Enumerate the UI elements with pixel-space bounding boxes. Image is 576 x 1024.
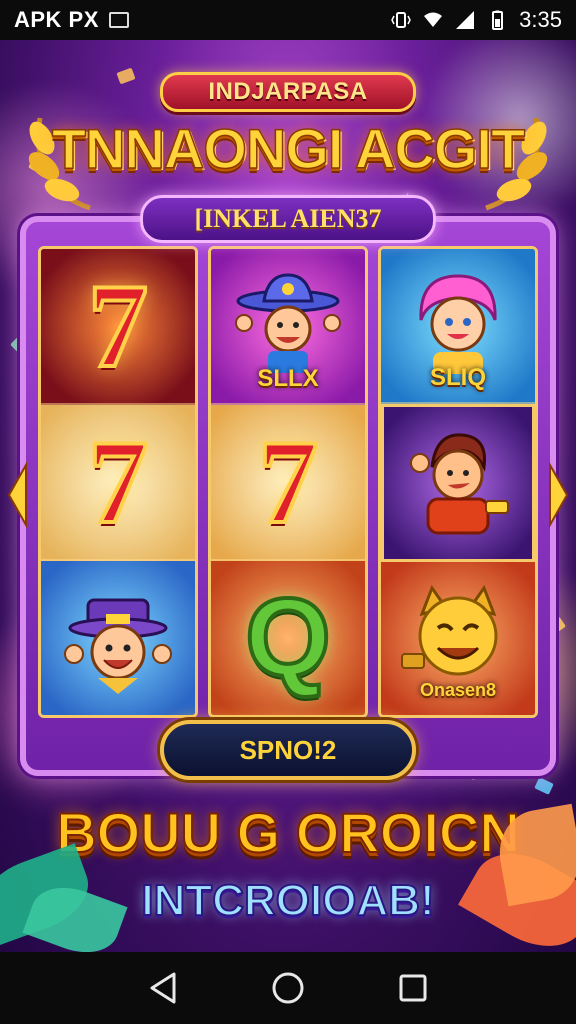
reel-cell: Onasen8 (381, 562, 535, 715)
game-screen: ✦ ✦ ✦ ✦ INDJARPASA TNNAONGI ACGIT [INKEL… (0, 40, 576, 952)
wifi-icon (424, 12, 443, 27)
seven-icon: 7 (86, 415, 150, 548)
home-button[interactable] (268, 968, 308, 1008)
reel-3: SLIQ Onasen8 (378, 246, 538, 718)
arrow-right-icon[interactable] (548, 460, 570, 530)
navigation-bar (0, 952, 576, 1024)
back-button[interactable] (143, 968, 183, 1008)
recents-button[interactable] (393, 968, 433, 1008)
reel-cell: 7 (211, 405, 365, 561)
leprechaun-icon (64, 598, 172, 694)
hero-character-icon (410, 433, 509, 535)
title-ribbon: INDJARPASA (160, 72, 416, 112)
spin-button-label: SPNO!2 (239, 734, 337, 765)
reel-cell: 7 (41, 249, 195, 405)
app-label: APK PX (14, 7, 99, 32)
reels: 7 7 SLLX 7 Q SLIQ Onasen8 (38, 246, 538, 718)
reel-cell: 7 (41, 405, 195, 561)
reel-cell: Q (211, 561, 365, 715)
symbol-label: SLIQ (429, 363, 486, 391)
signal-icon (456, 11, 475, 29)
arrow-left-icon[interactable] (6, 460, 28, 530)
symbol-label: Onasen8 (419, 680, 497, 701)
reel-cell (381, 403, 535, 563)
ribbon-title: INDJARPASA (208, 78, 368, 105)
spin-button[interactable]: SPNO!2 (160, 720, 416, 780)
golden-cat-icon (401, 584, 498, 676)
reel-cell: SLLX (211, 249, 365, 405)
reel-1: 7 7 (38, 246, 198, 718)
recents-square-icon (399, 974, 427, 1002)
confetti (534, 777, 554, 795)
badge-text: [INKEL AIEN37 (194, 204, 382, 233)
back-triangle-icon (150, 972, 176, 1004)
symbol-label: SLLX (257, 365, 319, 392)
bonus-text: BOUU G OROICN (55, 800, 521, 865)
reel-cell: SLIQ (381, 249, 535, 404)
jackpot-badge: [INKEL AIEN37 (140, 195, 436, 243)
vibrate-icon (391, 12, 412, 28)
confetti (116, 67, 136, 85)
seven-icon: 7 (86, 259, 150, 392)
reel-2: SLLX 7 Q (208, 246, 368, 718)
reel-cell (41, 561, 195, 715)
clock: 3:35 (519, 7, 562, 32)
q-letter-icon: Q (243, 576, 333, 699)
seven-icon: 7 (256, 415, 320, 548)
status-bar: APK PX 3:35 (0, 0, 576, 40)
notification-square-icon (108, 12, 129, 28)
battery-icon (492, 10, 504, 30)
game-title: TNNAONGI ACGIT (51, 116, 526, 181)
home-circle-icon (272, 972, 304, 1004)
